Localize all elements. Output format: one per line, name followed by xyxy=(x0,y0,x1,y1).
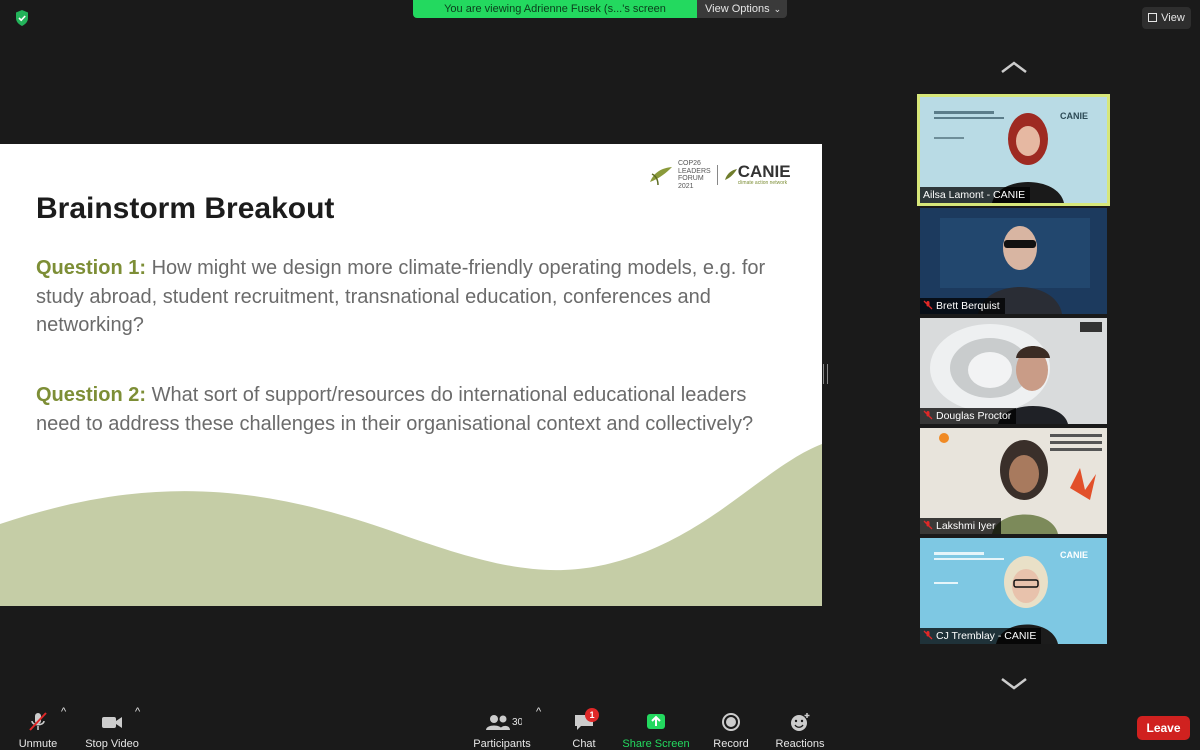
logo-cop-line3: FORUM xyxy=(678,175,704,182)
logo-canie: CANIE xyxy=(737,162,791,181)
participant-name-label: Lakshmi Iyer xyxy=(920,518,1001,534)
stop-video-label: Stop Video xyxy=(85,738,139,750)
shared-screen: COP26 LEADERS FORUM 2021 CANIE climate a… xyxy=(0,144,822,606)
reactions-button[interactable]: Reactions xyxy=(774,706,826,750)
record-button[interactable]: Record xyxy=(710,706,752,750)
video-options-caret-icon[interactable]: ^ xyxy=(135,706,140,718)
chevron-down-icon: ⌄ xyxy=(773,4,782,14)
participant-name: CJ Tremblay - CANIE xyxy=(936,630,1037,642)
record-label: Record xyxy=(713,738,749,750)
logo-cop-line2: LEADERS xyxy=(678,167,711,175)
participant-name-label: CJ Tremblay - CANIE xyxy=(920,628,1042,644)
participant-name-label: Brett Berquist xyxy=(920,298,1005,314)
share-screen-button[interactable]: Share Screen xyxy=(622,706,690,750)
participant-name: Ailsa Lamont - CANIE xyxy=(923,189,1026,201)
cop26-leaf-icon xyxy=(650,167,672,186)
participant-name-label: Ailsa Lamont - CANIE xyxy=(920,187,1031,203)
logo-cop-line4: 2021 xyxy=(678,182,694,190)
logo-canie-sub: climate action network xyxy=(737,180,788,186)
view-button[interactable]: View xyxy=(1142,7,1191,29)
participant-name: Lakshmi Iyer xyxy=(936,520,996,532)
unmute-button[interactable]: Unmute xyxy=(12,706,64,750)
view-options-button[interactable]: View Options ⌄ xyxy=(697,0,787,18)
svg-text:CANIE: CANIE xyxy=(1060,550,1088,560)
slide-logo: COP26 LEADERS FORUM 2021 CANIE climate a… xyxy=(648,160,791,190)
record-icon xyxy=(722,713,740,731)
screen-share-banner: You are viewing Adrienne Fusek (s...'s s… xyxy=(413,0,697,18)
reactions-smiley-icon xyxy=(791,713,810,731)
audio-options-caret-icon[interactable]: ^ xyxy=(61,706,66,718)
splitter-handle[interactable] xyxy=(823,364,828,384)
question-2: Question 2: What sort of support/resourc… xyxy=(36,381,786,438)
leave-meeting-button[interactable]: Leave xyxy=(1137,716,1190,740)
canie-leaf-icon xyxy=(724,169,737,180)
video-tile-4[interactable]: Lakshmi Iyer xyxy=(920,428,1107,534)
mic-muted-icon xyxy=(923,520,933,530)
question-2-label: Question 2: xyxy=(36,384,147,406)
slide-title: Brainstorm Breakout xyxy=(36,192,335,225)
mic-muted-icon xyxy=(923,300,933,310)
participant-name: Brett Berquist xyxy=(936,300,1000,312)
unmute-label: Unmute xyxy=(18,738,58,750)
participants-caret-icon[interactable]: ^ xyxy=(536,706,541,718)
participants-count: 30 xyxy=(512,717,522,728)
participants-button[interactable]: 30 Participants xyxy=(470,706,534,750)
video-tile-3[interactable]: Douglas Proctor xyxy=(920,318,1107,424)
security-shield-icon[interactable] xyxy=(12,8,32,28)
share-screen-arrow-icon xyxy=(647,714,665,729)
view-button-label: View xyxy=(1161,12,1185,24)
share-screen-label: Share Screen xyxy=(622,738,690,750)
chat-unread-badge: 1 xyxy=(585,708,599,722)
logo-divider xyxy=(716,165,718,185)
gallery-up-chevron-icon[interactable] xyxy=(1000,60,1028,74)
logo-cop-line1: COP26 xyxy=(678,160,701,167)
video-camera-icon xyxy=(102,717,122,728)
view-options-label: View Options xyxy=(705,3,770,15)
question-1: Question 1: How might we design more cli… xyxy=(36,254,786,340)
grid-icon xyxy=(1148,13,1158,22)
reactions-label: Reactions xyxy=(775,738,825,750)
participant-name-label: Douglas Proctor xyxy=(920,408,1017,424)
participants-icon: 30 xyxy=(486,715,522,730)
video-tile-5[interactable]: CANIE CJ Tremblay - CANIE xyxy=(920,538,1107,644)
svg-text:CANIE: CANIE xyxy=(1060,111,1088,121)
video-tile-2[interactable]: Brett Berquist xyxy=(920,208,1107,314)
mic-muted-icon xyxy=(923,410,933,420)
mic-muted-icon xyxy=(923,630,933,640)
chat-label: Chat xyxy=(572,738,596,750)
participants-label: Participants xyxy=(473,738,531,750)
gallery-down-chevron-icon[interactable] xyxy=(1000,677,1028,691)
question-1-text: How might we design more climate-friendl… xyxy=(36,257,766,336)
participant-name: Douglas Proctor xyxy=(936,410,1012,422)
video-tile-1[interactable]: CANIE Ailsa Lamont - CANIE xyxy=(917,94,1110,206)
mic-muted-icon xyxy=(29,712,47,731)
stop-video-button[interactable]: Stop Video xyxy=(84,706,140,750)
meeting-toolbar: Unmute ^ Stop Video ^ 30 Participants ^ … xyxy=(0,706,1200,750)
question-1-label: Question 1: xyxy=(36,257,147,279)
